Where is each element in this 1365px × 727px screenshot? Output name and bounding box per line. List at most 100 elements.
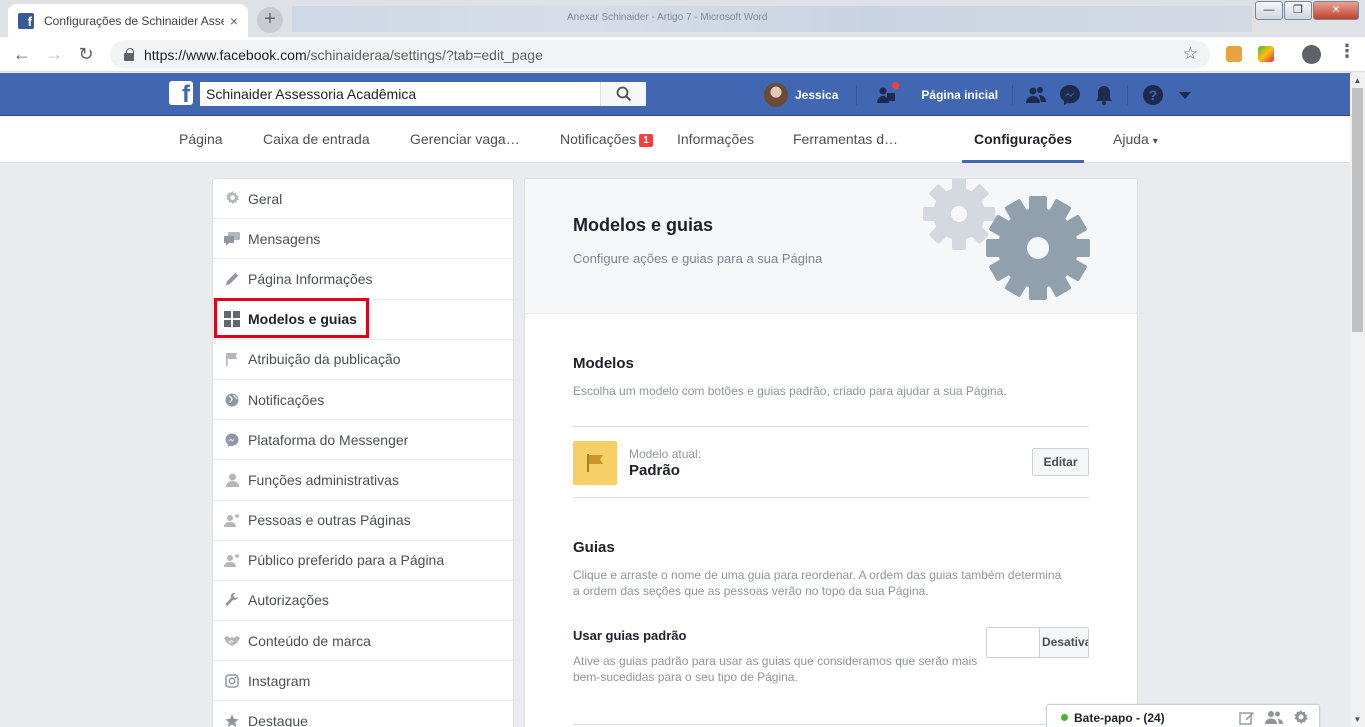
notifications-count-badge: 1 <box>639 134 653 147</box>
extension-color-icon[interactable] <box>1258 46 1274 62</box>
divider <box>573 497 1089 498</box>
new-tab-button[interactable]: + <box>257 7 283 33</box>
header-separator <box>856 84 858 105</box>
notifications-bell-icon[interactable] <box>1093 84 1115 106</box>
search-button[interactable] <box>600 82 646 106</box>
page-scrollbar-thumb[interactable] <box>1352 88 1363 332</box>
create-page-icon[interactable] <box>875 80 901 106</box>
help-icon[interactable]: ? <box>1142 84 1164 106</box>
sidebar-item-featured[interactable]: Destaque <box>213 701 513 727</box>
person-add-icon <box>224 512 240 528</box>
sidebar-item-branded-content[interactable]: Conteúdo de marca <box>213 621 513 662</box>
sidebar-item-label: Atribuição da publicação <box>248 351 401 368</box>
divider <box>573 426 1089 427</box>
sidebar-item-label: Público preferido para a Página <box>248 552 445 569</box>
tab-notifications[interactable]: Notificações 1 <box>560 131 653 148</box>
tab-settings[interactable]: Configurações <box>974 131 1072 147</box>
notification-dot <box>891 80 901 90</box>
tab-manage-jobs[interactable]: Gerenciar vaga… <box>410 131 520 147</box>
pencil-icon <box>224 271 240 287</box>
reload-button[interactable]: ↻ <box>74 43 98 67</box>
url-text[interactable]: https://www.facebook.com/schinaideraa/se… <box>144 47 543 63</box>
sidebar-item-label: Autorizações <box>248 592 329 609</box>
tab-help-label: Ajuda <box>1113 131 1149 147</box>
tabs-description: Clique e arraste o nome de uma guia para… <box>573 568 1062 598</box>
extension-icon[interactable] <box>1226 46 1242 62</box>
chat-sidebar-bar[interactable]: Bate-papo - (24) <box>1046 704 1320 727</box>
svg-text:?: ? <box>1149 87 1158 103</box>
window-controls: — ❐ ✕ <box>1255 1 1359 20</box>
close-window-button[interactable]: ✕ <box>1313 1 1359 20</box>
sidebar-item-authorizations[interactable]: Autorizações <box>213 581 513 622</box>
header-separator <box>1012 84 1014 105</box>
sidebar-item-label: Pessoas e outras Páginas <box>248 512 411 529</box>
chrome-menu-icon[interactable]: ⋮ <box>1338 41 1356 62</box>
scroll-up-arrow-icon[interactable]: ▲ <box>1350 73 1365 88</box>
tab-page[interactable]: Página <box>179 131 223 147</box>
gears-illustration-icon <box>923 179 1090 300</box>
chat-actions <box>1239 709 1319 726</box>
account-menu-chevron-down-icon[interactable] <box>1174 84 1196 106</box>
tab-tools[interactable]: Ferramentas d… <box>793 131 898 147</box>
globe-icon <box>224 392 240 408</box>
new-group-icon[interactable] <box>1265 710 1283 726</box>
messenger-icon[interactable] <box>1059 84 1081 106</box>
chat-options-gear-icon[interactable] <box>1293 709 1309 726</box>
user-avatar[interactable] <box>764 82 788 107</box>
back-button[interactable]: ← <box>10 43 34 67</box>
background-window-title: Anexar Schinaider - Artigo 7 - Microsoft… <box>567 12 768 23</box>
sidebar-item-label: Geral <box>248 190 283 207</box>
sidebar-item-label: Funções administrativas <box>248 471 399 488</box>
sidebar-item-post-attribution[interactable]: Atribuição da publicação <box>213 340 513 380</box>
tab-inbox[interactable]: Caixa de entrada <box>263 131 370 147</box>
sidebar-item-page-info[interactable]: Página Informações <box>213 259 513 300</box>
address-bar[interactable]: https://www.facebook.com/schinaideraa/se… <box>110 40 1210 69</box>
chat-label: Bate-papo - (24) <box>1074 710 1165 725</box>
search-input[interactable] <box>200 82 600 106</box>
templates-description: Escolha um modelo com botões e guias pad… <box>573 384 1007 398</box>
sidebar-item-label: Notificações <box>248 391 325 408</box>
sidebar-item-people-and-pages[interactable]: Pessoas e outras Páginas <box>213 501 513 541</box>
sidebar-item-admin-roles[interactable]: Funções administrativas <box>213 460 513 501</box>
sidebar-item-notifications[interactable]: Notificações <box>213 380 513 421</box>
sidebar-item-messages[interactable]: Mensagens <box>213 219 513 260</box>
user-name-link[interactable]: Jessica <box>795 88 838 102</box>
profile-avatar-icon[interactable] <box>1302 45 1321 64</box>
home-link[interactable]: Página inicial <box>921 88 998 102</box>
tab-notifications-label: Notificações <box>560 131 637 147</box>
messages-icon <box>224 231 240 247</box>
sidebar-item-messenger-platform[interactable]: Plataforma do Messenger <box>213 420 513 461</box>
minimize-button[interactable]: — <box>1255 1 1283 20</box>
forward-button[interactable]: → <box>42 43 66 67</box>
default-tabs-toggle[interactable]: Desativado <box>986 627 1089 658</box>
maximize-button[interactable]: ❐ <box>1284 1 1312 20</box>
sidebar-item-templates-and-tabs[interactable]: Modelos e guias <box>213 300 513 340</box>
edit-template-button[interactable]: Editar <box>1032 448 1089 476</box>
sidebar-item-label: Destaque <box>248 713 308 727</box>
sidebar-item-instagram[interactable]: Instagram <box>213 661 513 702</box>
facebook-logo-icon[interactable]: f <box>169 81 193 105</box>
bookmark-star-icon[interactable]: ☆ <box>1183 44 1198 64</box>
page-subtitle: Configure ações e guias para a sua Págin… <box>573 251 823 266</box>
tab-info[interactable]: Informações <box>677 131 754 147</box>
sidebar-item-preferred-audience[interactable]: Público preferido para a Página <box>213 541 513 581</box>
facebook-header-right: Jessica Página inicial ? <box>764 73 1202 116</box>
facebook-search <box>200 82 646 106</box>
sidebar-item-label: Mensagens <box>248 230 321 247</box>
person-add-icon <box>224 552 240 568</box>
wrench-icon <box>224 592 240 608</box>
tab-close-icon[interactable]: × <box>230 13 238 29</box>
tab-help[interactable]: Ajuda ▾ <box>1113 131 1158 147</box>
person-icon <box>224 472 240 488</box>
scroll-down-arrow-icon[interactable]: ▼ <box>1350 712 1365 727</box>
messenger-icon <box>224 432 240 448</box>
lock-icon <box>124 47 134 61</box>
handshake-icon <box>224 633 240 649</box>
compose-icon[interactable] <box>1239 710 1255 726</box>
toggle-switch[interactable] <box>987 628 1040 657</box>
sidebar-item-general[interactable]: Geral <box>213 179 513 220</box>
friend-requests-icon[interactable] <box>1025 84 1047 106</box>
settings-main-panel: Modelos e guias Configure ações e guias … <box>524 178 1138 727</box>
browser-tab[interactable]: f Configurações de Schinaider Assessoria… <box>8 4 248 37</box>
browser-toolbar: ← → ↻ https://www.facebook.com/schinaide… <box>0 37 1365 72</box>
